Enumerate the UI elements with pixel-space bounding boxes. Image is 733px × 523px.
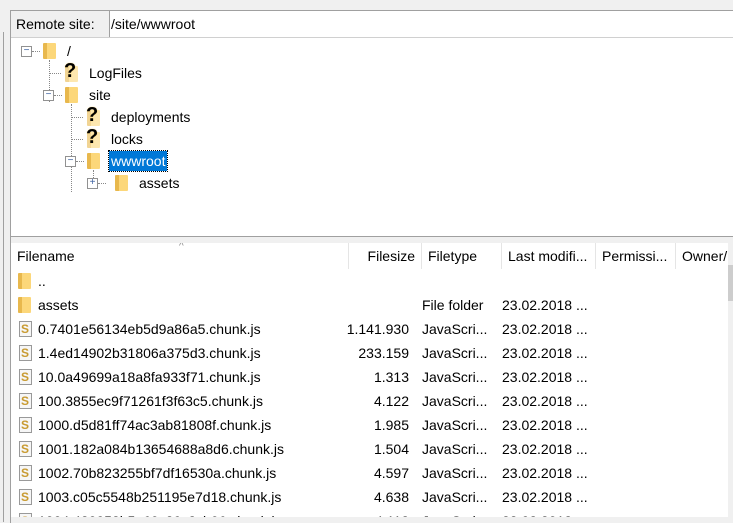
tree-line xyxy=(98,183,106,184)
file-modified: 23.02.2018 ... xyxy=(502,441,588,457)
file-name: 10.0a49699a18a8fa933f71.chunk.js xyxy=(38,369,261,385)
folder-icon xyxy=(65,87,78,103)
file-type: JavaScri... xyxy=(422,369,488,385)
remote-site-bar: Remote site: xyxy=(11,11,733,38)
file-modified: 23.02.2018 ... xyxy=(502,489,588,505)
file-size: 4.638 xyxy=(373,489,409,505)
file-row[interactable]: .. xyxy=(11,269,727,293)
column-header-permissions[interactable]: Permissi... xyxy=(596,243,676,269)
tree-node-label: LogFiles xyxy=(89,65,142,81)
tree-line xyxy=(49,73,61,74)
javascript-file-icon xyxy=(19,365,32,389)
file-name: 1001.182a084b13654688a8d6.chunk.js xyxy=(38,441,285,457)
collapse-icon[interactable]: − xyxy=(43,90,54,101)
tree-line xyxy=(32,51,40,52)
remote-directory-tree[interactable]: − /? LogFiles − site? deployments? locks − wwwro… xyxy=(11,38,733,237)
file-name: 0.7401e56134eb5d9a86a5.chunk.js xyxy=(38,321,261,337)
tree-node-label: site xyxy=(89,87,111,103)
file-size: 1.985 xyxy=(373,417,409,433)
tree-line xyxy=(54,95,62,96)
file-size: 4.122 xyxy=(373,393,409,409)
horizontal-scrollbar[interactable] xyxy=(11,517,733,523)
column-header-owner[interactable]: Owner/ xyxy=(676,243,733,269)
remote-site-path-input[interactable] xyxy=(111,11,721,37)
file-modified: 23.02.2018 ... xyxy=(502,321,588,337)
folder-icon xyxy=(115,175,128,191)
javascript-file-icon xyxy=(19,413,32,437)
remote-panel: Remote site: − /? LogFiles − site? deployment… xyxy=(10,10,733,523)
file-row[interactable]: 1.4ed14902b31806a375d3.chunk.js 233.159 Ja… xyxy=(11,341,727,365)
file-size: 233.159 xyxy=(358,345,409,361)
column-header-filesize[interactable]: Filesize xyxy=(349,243,422,269)
file-name: 1002.70b823255bf7df16530a.chunk.js xyxy=(38,465,277,481)
file-size: 1.504 xyxy=(373,441,409,457)
file-type: JavaScri... xyxy=(422,465,488,481)
file-name: .. xyxy=(38,273,46,289)
folder-icon xyxy=(18,273,31,289)
folder-icon xyxy=(87,153,100,169)
file-type: File folder xyxy=(422,297,484,313)
left-panel-edge xyxy=(0,32,4,522)
tree-line xyxy=(71,117,83,118)
file-name: 1003.c05c5548b251195e7d18.chunk.js xyxy=(38,489,282,505)
unknown-folder-icon: ? xyxy=(64,60,77,82)
tree-line xyxy=(76,161,84,162)
column-header-filetype[interactable]: Filetype xyxy=(422,243,502,269)
file-name: 100.3855ec9f71261f3f63c5.chunk.js xyxy=(38,393,263,409)
expand-icon[interactable]: + xyxy=(87,178,98,189)
file-modified: 23.02.2018 ... xyxy=(502,465,588,481)
vertical-scrollbar[interactable] xyxy=(728,243,733,523)
file-row[interactable]: 0.7401e56134eb5d9a86a5.chunk.js 1.141.930… xyxy=(11,317,727,341)
file-name: 1.4ed14902b31806a375d3.chunk.js xyxy=(38,345,261,361)
scrollbar-thumb[interactable] xyxy=(728,265,733,301)
file-name: assets xyxy=(38,297,79,313)
tree-node-label: assets xyxy=(139,175,180,191)
file-type: JavaScri... xyxy=(422,393,488,409)
file-row[interactable]: 10.0a49699a18a8fa933f71.chunk.js 1.313 Jav… xyxy=(11,365,727,389)
file-list-header: ^ Filename Filesize Filetype Last modifi...… xyxy=(11,243,727,269)
javascript-file-icon xyxy=(19,437,32,461)
file-type: JavaScri... xyxy=(422,489,488,505)
collapse-icon[interactable]: − xyxy=(65,156,76,167)
remote-file-list[interactable]: ^ Filename Filesize Filetype Last modifi...… xyxy=(11,243,733,523)
file-type: JavaScri... xyxy=(422,321,488,337)
tree-node-label: wwwroot xyxy=(107,150,169,172)
tree-node-label: deployments xyxy=(111,109,191,125)
tree-node-label: locks xyxy=(111,131,143,147)
file-size: 1.141.930 xyxy=(346,321,409,337)
file-modified: 23.02.2018 ... xyxy=(502,345,588,361)
javascript-file-icon xyxy=(19,389,32,413)
javascript-file-icon xyxy=(19,341,32,365)
javascript-file-icon xyxy=(19,317,32,341)
file-modified: 23.02.2018 ... xyxy=(502,297,588,313)
file-row[interactable]: 1002.70b823255bf7df16530a.chunk.js 4.597 J… xyxy=(11,461,727,485)
file-row[interactable]: 1001.182a084b13654688a8d6.chunk.js 1.504 J… xyxy=(11,437,727,461)
tree-node-label: / xyxy=(67,43,71,59)
file-row[interactable]: 1003.c05c5548b251195e7d18.chunk.js 4.638 J… xyxy=(11,485,727,509)
unknown-folder-icon: ? xyxy=(86,126,99,148)
folder-icon xyxy=(43,43,56,59)
file-modified: 23.02.2018 ... xyxy=(502,393,588,409)
file-modified: 23.02.2018 ... xyxy=(502,369,588,385)
javascript-file-icon xyxy=(19,461,32,485)
file-size: 4.597 xyxy=(373,465,409,481)
file-size: 1.313 xyxy=(373,369,409,385)
file-type: JavaScri... xyxy=(422,417,488,433)
file-row[interactable]: 100.3855ec9f71261f3f63c5.chunk.js 4.122 Ja… xyxy=(11,389,727,413)
javascript-file-icon xyxy=(19,485,32,509)
column-header-filename[interactable]: Filename xyxy=(11,243,349,269)
file-name: 1000.d5d81ff74ac3ab81808f.chunk.js xyxy=(38,417,272,433)
tree-line xyxy=(71,139,83,140)
folder-icon xyxy=(18,297,31,313)
remote-site-label: Remote site: xyxy=(11,11,110,37)
file-type: JavaScri... xyxy=(422,345,488,361)
file-row[interactable]: assets File folder 23.02.2018 ... xyxy=(11,293,727,317)
unknown-folder-icon: ? xyxy=(86,104,99,126)
collapse-icon[interactable]: − xyxy=(21,46,32,57)
file-row[interactable]: 1000.d5d81ff74ac3ab81808f.chunk.js 1.985 J… xyxy=(11,413,727,437)
file-type: JavaScri... xyxy=(422,441,488,457)
file-modified: 23.02.2018 ... xyxy=(502,417,588,433)
column-header-last-modified[interactable]: Last modifi... xyxy=(502,243,596,269)
